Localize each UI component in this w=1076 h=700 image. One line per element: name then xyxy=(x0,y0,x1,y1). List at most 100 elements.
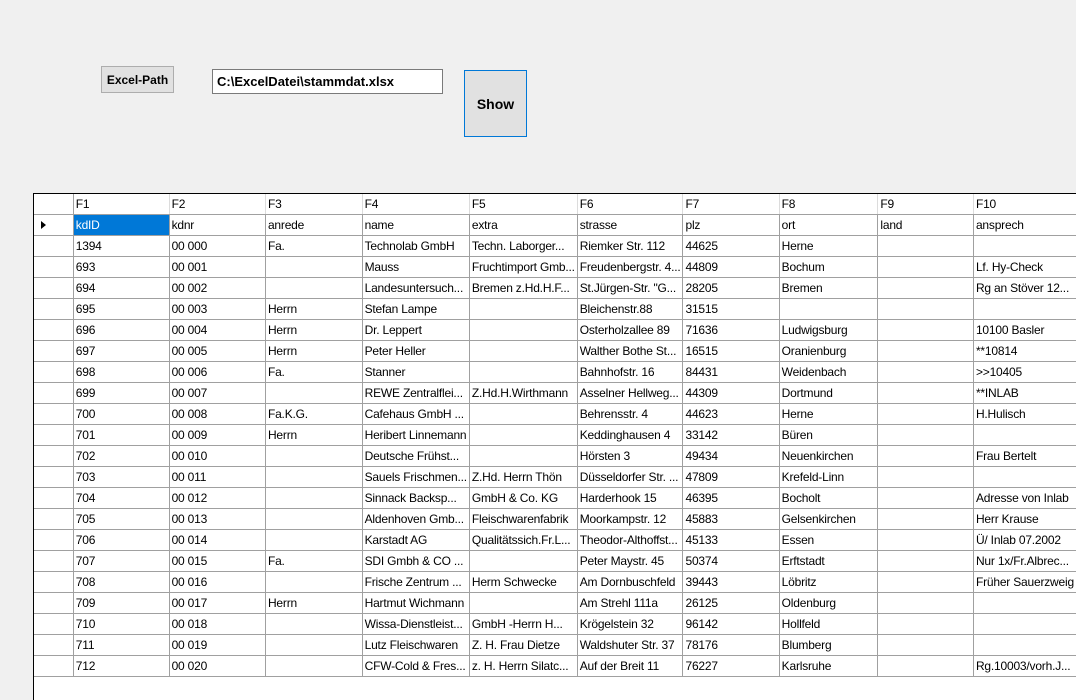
table-cell[interactable] xyxy=(973,634,1076,656)
table-row[interactable]: 701 00 009 Herrn Heribert Linnemann Keddingh… xyxy=(34,424,1076,446)
table-cell[interactable]: 702 xyxy=(73,445,170,467)
table-cell[interactable]: Hollfeld xyxy=(779,613,879,635)
table-cell[interactable]: 704 xyxy=(73,487,170,509)
table-cell[interactable]: 694 xyxy=(73,277,170,299)
table-cell[interactable] xyxy=(877,319,974,341)
table-cell[interactable] xyxy=(877,466,974,488)
table-cell[interactable] xyxy=(265,571,363,593)
row-header-cell[interactable] xyxy=(34,214,74,236)
table-cell[interactable]: Osterholzallee 89 xyxy=(577,319,684,341)
table-cell[interactable] xyxy=(973,424,1076,446)
row-header-cell[interactable] xyxy=(34,508,74,530)
table-cell[interactable]: Dr. Leppert xyxy=(362,319,470,341)
table-cell[interactable]: Sinnack Backsp... xyxy=(362,487,470,509)
table-cell[interactable] xyxy=(877,655,974,677)
table-cell[interactable]: Keddinghausen 4 xyxy=(577,424,684,446)
table-cell[interactable]: Erftstadt xyxy=(779,550,879,572)
row-header-cell[interactable] xyxy=(34,487,74,509)
table-cell[interactable] xyxy=(469,403,578,425)
table-cell[interactable]: Herr Krause xyxy=(973,508,1076,530)
table-row[interactable]: 700 00 008 Fa.K.G. Cafehaus GmbH ... Behrens… xyxy=(34,403,1076,425)
table-cell[interactable]: 44625 xyxy=(682,235,780,257)
table-cell[interactable]: Herrn xyxy=(265,424,363,446)
table-cell[interactable]: GmbH -Herrn H... xyxy=(469,613,578,635)
table-cell[interactable]: Bochum xyxy=(779,256,879,278)
table-cell[interactable]: 39443 xyxy=(682,571,780,593)
table-cell[interactable] xyxy=(877,403,974,425)
table-cell[interactable]: 00 020 xyxy=(169,655,266,677)
table-cell[interactable] xyxy=(877,508,974,530)
table-cell[interactable]: Neuenkirchen xyxy=(779,445,879,467)
table-row[interactable]: 693 00 001 Mauss Fruchtimport Gmb... Freuden… xyxy=(34,256,1076,278)
table-cell[interactable]: Fa. xyxy=(265,235,363,257)
table-cell[interactable]: 00 014 xyxy=(169,529,266,551)
table-cell[interactable]: Peter Heller xyxy=(362,340,470,362)
table-cell[interactable]: Landesuntersuch... xyxy=(362,277,470,299)
table-cell[interactable] xyxy=(877,382,974,404)
row-header-cell[interactable] xyxy=(34,571,74,593)
table-cell[interactable]: Fleischwarenfabrik xyxy=(469,508,578,530)
table-cell[interactable]: Rg an Stöver 12... xyxy=(973,277,1076,299)
table-cell[interactable]: 711 xyxy=(73,634,170,656)
table-row[interactable]: 695 00 003 Herrn Stefan Lampe Bleichenstr.88… xyxy=(34,298,1076,320)
table-row[interactable]: 697 00 005 Herrn Peter Heller Walther Bothe … xyxy=(34,340,1076,362)
table-cell[interactable]: Hartmut Wichmann xyxy=(362,592,470,614)
data-grid[interactable]: F1 F2 F3 F4 F5 F6 F7 F8 F9 F10 kdID kdnr anrede name… xyxy=(33,193,1076,700)
table-cell[interactable]: Fa. xyxy=(265,361,363,383)
table-row[interactable]: 705 00 013 Aldenhoven Gmb... Fleischwarenfa… xyxy=(34,508,1076,530)
table-cell[interactable]: Frau Bertelt xyxy=(973,445,1076,467)
row-header-cell[interactable] xyxy=(34,340,74,362)
excel-path-input[interactable] xyxy=(212,69,443,94)
table-cell[interactable]: Theodor-Althoffst... xyxy=(577,529,684,551)
table-cell[interactable]: 705 xyxy=(73,508,170,530)
table-cell[interactable]: Frische Zentrum ... xyxy=(362,571,470,593)
table-cell[interactable]: **INLAB xyxy=(973,382,1076,404)
table-row[interactable]: 712 00 020 CFW-Cold & Fres... z. H. Herrn S… xyxy=(34,655,1076,677)
table-cell[interactable]: St.Jürgen-Str. "G... xyxy=(577,277,684,299)
table-cell[interactable]: Weidenbach xyxy=(779,361,879,383)
table-cell[interactable]: Düsseldorfer Str. ... xyxy=(577,466,684,488)
table-cell[interactable]: 10100 Basler xyxy=(973,319,1076,341)
table-cell[interactable]: 00 019 xyxy=(169,634,266,656)
table-cell[interactable]: 706 xyxy=(73,529,170,551)
show-button[interactable]: Show xyxy=(464,70,527,137)
table-cell[interactable]: Büren xyxy=(779,424,879,446)
table-cell[interactable]: 00 006 xyxy=(169,361,266,383)
table-cell[interactable]: Waldshuter Str. 37 xyxy=(577,634,684,656)
table-cell[interactable]: Riemker Str. 112 xyxy=(577,235,684,257)
table-cell[interactable] xyxy=(265,529,363,551)
table-row[interactable]: 707 00 015 Fa. SDI Gmbh & CO ... Peter Mayst… xyxy=(34,550,1076,572)
table-row[interactable]: 702 00 010 Deutsche Frühst... Hörsten 3 4943… xyxy=(34,445,1076,467)
table-cell[interactable]: Bleichenstr.88 xyxy=(577,298,684,320)
table-cell[interactable] xyxy=(265,466,363,488)
table-cell[interactable]: Cafehaus GmbH ... xyxy=(362,403,470,425)
table-cell[interactable]: REWE Zentralflei... xyxy=(362,382,470,404)
column-header-f4[interactable]: F4 xyxy=(362,194,470,215)
table-cell[interactable]: Lf. Hy-Check xyxy=(973,256,1076,278)
row-header-cell[interactable] xyxy=(34,529,74,551)
table-cell[interactable]: Herne xyxy=(779,403,879,425)
table-cell[interactable]: Qualitätssich.Fr.L... xyxy=(469,529,578,551)
table-cell[interactable] xyxy=(877,235,974,257)
table-cell[interactable]: 00 005 xyxy=(169,340,266,362)
table-cell[interactable] xyxy=(265,382,363,404)
table-cell[interactable] xyxy=(973,466,1076,488)
table-cell[interactable]: 84431 xyxy=(682,361,780,383)
table-cell[interactable]: 44309 xyxy=(682,382,780,404)
table-cell[interactable]: 76227 xyxy=(682,655,780,677)
table-cell[interactable]: Am Strehl 111a xyxy=(577,592,684,614)
table-cell[interactable] xyxy=(265,445,363,467)
table-cell[interactable]: 71636 xyxy=(682,319,780,341)
table-cell[interactable]: Dortmund xyxy=(779,382,879,404)
row-header-cell[interactable] xyxy=(34,634,74,656)
table-cell[interactable]: Behrensstr. 4 xyxy=(577,403,684,425)
table-cell[interactable]: Technolab GmbH xyxy=(362,235,470,257)
table-cell[interactable] xyxy=(469,340,578,362)
table-cell[interactable]: GmbH & Co. KG xyxy=(469,487,578,509)
table-cell[interactable]: H.Hulisch xyxy=(973,403,1076,425)
table-cell[interactable] xyxy=(265,655,363,677)
table-row[interactable]: 706 00 014 Karstadt AG Qualitätssich.Fr.L..… xyxy=(34,529,1076,551)
table-cell[interactable]: 00 004 xyxy=(169,319,266,341)
table-cell[interactable]: Krögelstein 32 xyxy=(577,613,684,635)
table-cell[interactable]: Lutz Fleischwaren xyxy=(362,634,470,656)
